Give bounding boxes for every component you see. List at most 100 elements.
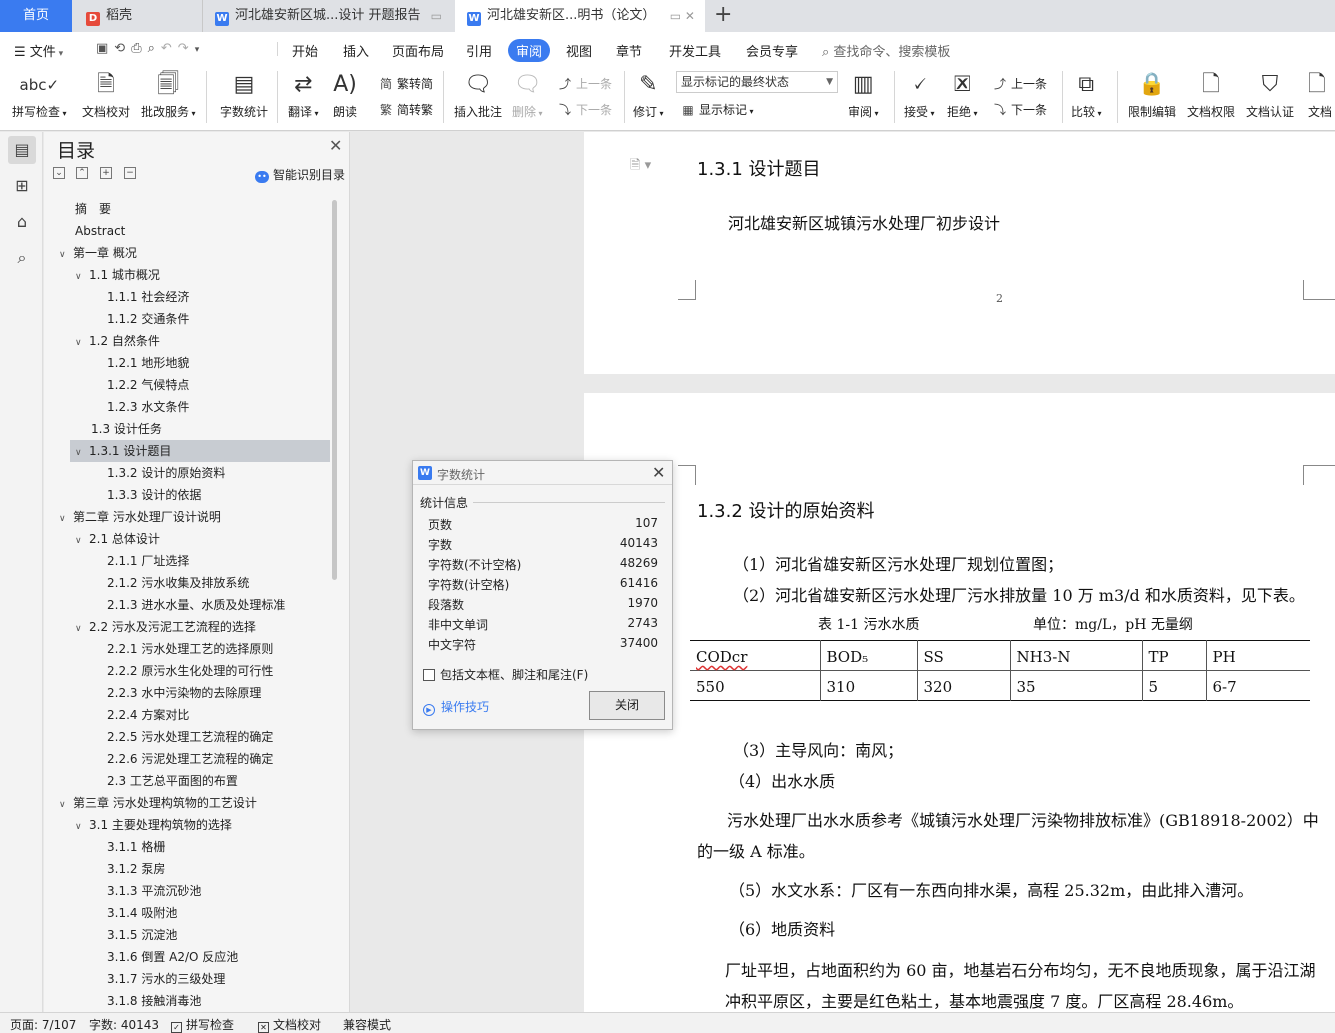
toc-item[interactable]: 3.1.7 污水的三级处理 [44, 968, 304, 990]
toc-item[interactable]: 摘 要 [44, 198, 304, 220]
quick-access-toolbar[interactable]: ▣⟲⎙⌕↶↷▾ [96, 41, 205, 56]
accept-button[interactable]: 🗸 接受 ▾ [904, 71, 935, 120]
reject-button[interactable]: 🗷 拒绝 ▾ [947, 71, 978, 120]
review-pane-button[interactable]: ▥ 审阅 ▾ [848, 71, 879, 120]
tab-actions-icon[interactable]: ▭ ✕ [670, 0, 695, 32]
toc-item[interactable]: 1.2.1 地形地貌 [44, 352, 304, 374]
page-indicator[interactable]: 页面: 7/107 [10, 1016, 76, 1033]
toc-item[interactable]: 2.2.4 方案对比 [44, 704, 304, 726]
word-count-button[interactable]: ▤ 字数统计 [220, 71, 268, 120]
checkbox-box[interactable] [423, 669, 435, 681]
undo-icon[interactable]: ↶ [161, 41, 178, 56]
redo-icon[interactable]: ↷ [178, 41, 195, 56]
doc-proof-button[interactable]: 🗎 文档校对 [82, 71, 130, 120]
toc-item[interactable]: 3.1.8 接触消毒池 [44, 990, 304, 1012]
menu-chapter[interactable]: 章节 [616, 41, 642, 60]
close-icon[interactable]: ✕ [652, 463, 665, 482]
menu-reference[interactable]: 引用 [466, 41, 492, 60]
toc-item[interactable]: 1.2.2 气候特点 [44, 374, 304, 396]
toc-item[interactable]: 2.2.2 原污水生化处理的可行性 [44, 660, 304, 682]
chevron-down-icon[interactable]: ∨ [75, 618, 89, 640]
menu-layout[interactable]: 页面布局 [392, 41, 444, 60]
toc-item[interactable]: ∨ 第一章 概况 [44, 242, 304, 264]
menu-developer[interactable]: 开发工具 [669, 41, 721, 60]
menu-insert[interactable]: 插入 [343, 41, 369, 60]
toc-item[interactable]: 3.1.6 倒置 A2/O 反应池 [44, 946, 304, 968]
print-icon[interactable]: ⎙ [131, 41, 147, 56]
restrict-edit-button[interactable]: 🔒 限制编辑 [1128, 71, 1176, 120]
toc-item[interactable]: 2.2.5 污水处理工艺流程的确定 [44, 726, 304, 748]
toc-item[interactable]: 3.1.5 沉淀池 [44, 924, 304, 946]
toc-item[interactable]: 3.1.1 格栅 [44, 836, 304, 858]
spell-check-button[interactable]: abc✓ 拼写检查 ▾ [12, 71, 67, 120]
tab-document-2[interactable]: W 河北雄安新区...明书（论文） ▭ ✕ [455, 0, 705, 32]
toc-item[interactable]: ∨ 第二章 污水处理厂设计说明 [44, 506, 304, 528]
chevron-down-icon[interactable]: ∨ [75, 442, 89, 464]
save-icon[interactable]: ▣ [96, 41, 114, 56]
remove-level-icon[interactable]: − [124, 167, 136, 179]
smart-toc-button[interactable]: •• 智能识别目录 [255, 166, 345, 183]
sync-icon[interactable]: ⟲ [114, 41, 131, 56]
read-aloud-button[interactable]: A) 朗读 [333, 71, 357, 120]
menu-review[interactable]: 审阅 [508, 39, 551, 62]
print-preview-icon[interactable]: ⌕ [148, 41, 161, 56]
menu-home[interactable]: 开始 [292, 41, 318, 60]
outline-icon[interactable]: ⊞ [8, 172, 36, 200]
tab-home[interactable]: 首页 [0, 0, 72, 32]
menu-view[interactable]: 视图 [566, 41, 592, 60]
compare-button[interactable]: ⧉ 比较 ▾ [1071, 71, 1102, 120]
insert-comment-button[interactable]: 🗨 插入批注 [454, 71, 502, 120]
toc-item[interactable]: 3.1.2 泵房 [44, 858, 304, 880]
tips-link[interactable]: ▶ 操作技巧 [423, 698, 489, 716]
chevron-down-icon[interactable]: ∨ [75, 332, 89, 354]
include-textbox-checkbox[interactable]: 包括文本框、脚注和尾注(F) [423, 666, 588, 683]
toc-item[interactable]: 3.1.3 平流沉砂池 [44, 880, 304, 902]
toc-item[interactable]: 3.1.4 吸附池 [44, 902, 304, 924]
command-search[interactable]: ⌕ 查找命令、搜索模板 [822, 41, 950, 60]
tab-document-1[interactable]: W 河北雄安新区城...设计 开题报告 ▭ [202, 0, 452, 32]
spell-check-toggle[interactable]: ✓ 拼写检查 [171, 1016, 234, 1033]
more-icon[interactable]: ▾ [195, 45, 206, 55]
add-level-icon[interactable]: + [100, 167, 112, 179]
chevron-down-icon[interactable]: ∨ [59, 508, 73, 530]
chevron-down-icon[interactable]: ∨ [75, 530, 89, 552]
menu-member[interactable]: 会员专享 [746, 41, 798, 60]
doc-rights-button[interactable]: 🗋 文档权限 [1187, 71, 1235, 120]
toc-item[interactable]: 2.1.3 进水水量、水质及处理标准 [44, 594, 304, 616]
word-count-indicator[interactable]: 字数: 40143 [89, 1016, 159, 1033]
simp-to-trad-button[interactable]: 繁简转繁 [378, 101, 433, 118]
toc-item[interactable]: ∨ 1.2 自然条件 [44, 330, 304, 352]
track-changes-button[interactable]: ✎ 修订 ▾ [633, 71, 664, 120]
toc-item[interactable]: 2.2.3 水中污染物的去除原理 [44, 682, 304, 704]
paragraph-options-icon[interactable]: 🗎 ▾ [630, 156, 651, 178]
chevron-down-icon[interactable]: ∨ [75, 266, 89, 288]
expand-up-icon[interactable]: ⌃ [76, 167, 88, 179]
next-change-button[interactable]: ⤵ 下一条 [992, 101, 1047, 118]
close-icon[interactable]: ✕ [329, 136, 342, 155]
translate-button[interactable]: ⇄ 翻译 ▾ [288, 71, 319, 120]
toc-item[interactable]: 2.2.1 污水处理工艺的选择原则 [44, 638, 304, 660]
toc-item[interactable]: 1.1.1 社会经济 [44, 286, 304, 308]
markup-state-select[interactable]: 显示标记的最终状态 ▼ [676, 71, 838, 93]
collapse-all-icon[interactable]: ⌄ [53, 167, 65, 179]
toc-scrollbar[interactable] [332, 200, 337, 580]
prev-change-button[interactable]: ⤴ 上一条 [992, 75, 1047, 92]
chevron-down-icon[interactable]: ∨ [59, 794, 73, 816]
toc-item[interactable]: ∨ 2.1 总体设计 [44, 528, 304, 550]
trad-to-simp-button[interactable]: 简繁转简 [378, 75, 433, 92]
toc-item[interactable]: ∨ 1.1 城市概况 [44, 264, 304, 286]
screen-icon[interactable]: ▭ [431, 0, 442, 32]
toc-item[interactable]: 1.3.3 设计的依据 [44, 484, 304, 506]
toc-item[interactable]: 2.1.1 厂址选择 [44, 550, 304, 572]
new-tab-button[interactable]: + [714, 2, 732, 28]
toc-item[interactable]: 1.3.2 设计的原始资料 [44, 462, 304, 484]
chevron-down-icon[interactable]: ∨ [59, 244, 73, 266]
prev-comment-button[interactable]: ⤴ 上一条 [557, 75, 612, 92]
bookmark-icon[interactable]: ⌂ [8, 208, 36, 236]
toc-item[interactable]: 1.2.3 水文条件 [44, 396, 304, 418]
toc-item[interactable]: ∨ 2.2 污水及污泥工艺流程的选择 [44, 616, 304, 638]
toc-item[interactable]: Abstract [44, 220, 304, 242]
toc-item[interactable]: ∨ 1.3.1 设计题目 [70, 440, 330, 462]
show-markup-button[interactable]: ▦ 显示标记 ▾ [680, 101, 753, 118]
toc-item[interactable]: 2.3 工艺总平面图的布置 [44, 770, 304, 792]
